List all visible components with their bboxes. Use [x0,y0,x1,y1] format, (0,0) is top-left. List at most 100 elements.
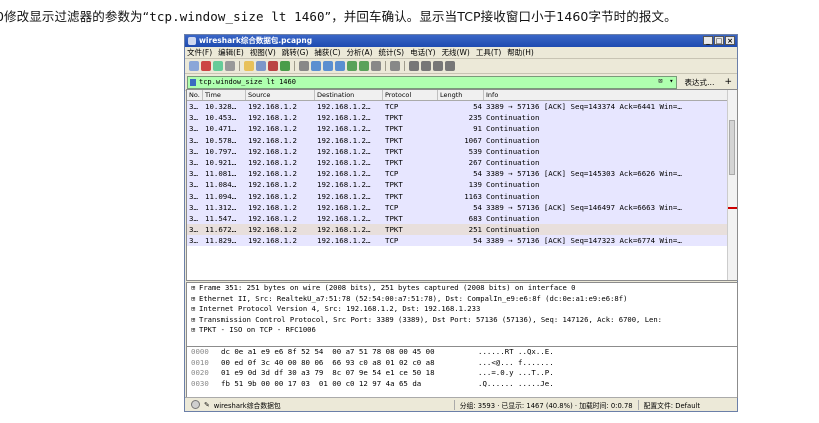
normal-size-icon[interactable] [433,61,443,71]
go-to-packet-icon[interactable] [335,61,345,71]
menu-help[interactable]: 帮助(H) [507,47,534,58]
cell-destination: 192.168.1.2… [317,124,371,134]
menu-go[interactable]: 跳转(G) [282,47,309,58]
packet-row[interactable]: 3… 11.081… 192.168.1.2 192.168.1.2… TCP 54 338… [187,168,737,180]
cell-time: 10.921… [205,157,237,167]
packet-bytes[interactable]: 0000 dc 0e a1 e9 e6 8f 52 54 00 a7 51 78 … [186,346,738,398]
cell-no: 3… [189,236,198,246]
expand-icon[interactable]: ⊞ [191,294,199,305]
packet-row[interactable]: 3… 11.547… 192.168.1.2 192.168.1.2… TPKT 683 C… [187,212,737,225]
cell-protocol: TCP [385,169,399,179]
display-filter-input[interactable]: tcp.window_size lt 1460 ⊠ ▾ [187,75,678,89]
minimize-button[interactable]: _ [703,36,713,45]
cell-destination: 192.168.1.2… [317,225,371,235]
expression-button[interactable]: 表达式… [680,77,718,88]
packet-row[interactable]: 3… 11.829… 192.168.1.2 192.168.1.2… TCP 54 338… [187,235,737,247]
menu-telephony[interactable]: 电话(Y) [410,47,435,58]
packet-row[interactable]: 3… 10.328… 192.168.1.2 192.168.1.2… TCP 54 338… [187,101,737,113]
last-packet-icon[interactable] [359,61,369,71]
scrollbar-thumb[interactable] [729,120,735,175]
menu-wireless[interactable]: 无线(W) [442,47,470,58]
cell-no: 3… [189,157,198,167]
detail-row-ethernet[interactable]: ⊞ Ethernet II, Src: RealtekU_a7:51:78 (52… [187,294,737,305]
zoom-out-icon[interactable] [421,61,431,71]
cell-length: 54 [473,236,482,246]
resize-columns-icon[interactable] [445,61,455,71]
expand-icon[interactable]: ⊞ [191,325,199,336]
cell-info: 3389 → 57136 [ACK] Seq=145303 Ack=6626 W… [486,169,682,179]
cell-no: 3… [189,191,198,201]
bookmark-icon[interactable] [190,78,196,86]
col-header-time[interactable]: Time [203,90,246,100]
go-forward-icon[interactable] [323,61,333,71]
packet-list[interactable]: No. Time Source Destination Protocol Len… [186,89,738,281]
packet-row[interactable]: 3… 10.578… 192.168.1.2 192.168.1.2… TPKT 1067… [187,134,737,146]
packet-row[interactable]: 3… 10.471… 192.168.1.2 192.168.1.2… TPKT 91 Co… [187,123,737,135]
col-header-protocol[interactable]: Protocol [383,90,438,100]
start-capture-icon[interactable] [189,61,199,71]
cell-length: 91 [473,124,482,134]
detail-row-ip[interactable]: ⊞ Internet Protocol Version 4, Src: 192.1… [187,304,737,315]
cell-no: 3… [189,169,198,179]
packet-row[interactable]: 3… 11.312… 192.168.1.2 192.168.1.2… TCP 54 338… [187,201,737,213]
instruction-caption: 0修改显示过滤器的参数为“tcp.window_size lt 1460”，并回… [0,9,677,24]
packet-list-scrollbar[interactable] [727,90,737,280]
expert-info-icon[interactable] [191,400,200,409]
detail-row-tcp[interactable]: ⊞ Transmission Control Protocol, Src Port… [187,315,737,326]
packet-row[interactable]: 3… 11.084… 192.168.1.2 192.168.1.2… TPKT 139 C… [187,179,737,191]
first-packet-icon[interactable] [347,61,357,71]
menu-tools[interactable]: 工具(T) [476,47,501,58]
cell-info: Continuation [486,157,540,167]
autoscroll-icon[interactable] [371,61,381,71]
stop-capture-icon[interactable] [201,61,211,71]
menu-statistics[interactable]: 统计(S) [379,47,405,58]
cell-time: 11.672… [205,225,237,235]
menu-edit[interactable]: 编辑(E) [218,47,244,58]
clear-filter-icon[interactable]: ⊠ [658,77,662,85]
col-header-info[interactable]: Info [484,90,737,100]
go-back-icon[interactable] [311,61,321,71]
detail-row-tpkt[interactable]: ⊞ TPKT - ISO on TCP - RFC1006 [187,325,737,336]
packet-row[interactable]: 3… 11.672… 192.168.1.2 192.168.1.2… TPKT 251 C… [187,224,737,236]
col-header-no[interactable]: No. [187,90,203,100]
cell-source: 192.168.1.2 [248,135,297,145]
cell-protocol: TPKT [385,146,403,156]
col-header-destination[interactable]: Destination [315,90,383,100]
save-file-icon[interactable] [256,61,266,71]
filter-dropdown-icon[interactable]: ▾ [669,77,673,85]
add-filter-button[interactable]: + [721,77,735,87]
cell-destination: 192.168.1.2… [317,213,371,223]
detail-row-frame[interactable]: ⊞ Frame 351: 251 bytes on wire (2008 bits… [187,283,737,294]
menu-analyze[interactable]: 分析(A) [347,47,373,58]
menu-bar: 文件(F) 编辑(E) 视图(V) 跳转(G) 捕获(C) 分析(A) 统计(S… [185,47,737,59]
zoom-in-icon[interactable] [409,61,419,71]
close-file-icon[interactable] [268,61,278,71]
expand-icon[interactable]: ⊞ [191,315,199,326]
close-button[interactable]: × [725,36,735,45]
cell-no: 3… [189,102,198,111]
packet-row[interactable]: 3… 10.453… 192.168.1.2 192.168.1.2… TPKT 235 C… [187,112,737,124]
packet-row[interactable]: 3… 10.797… 192.168.1.2 192.168.1.2… TPKT 539 C… [187,145,737,157]
menu-view[interactable]: 视图(V) [250,47,276,58]
restart-capture-icon[interactable] [213,61,223,71]
maximize-button[interactable]: □ [714,36,724,45]
cell-info: Continuation [486,213,540,223]
expand-icon[interactable]: ⊞ [191,283,199,294]
colorize-icon[interactable] [390,61,400,71]
open-file-icon[interactable] [244,61,254,71]
reload-icon[interactable] [280,61,290,71]
expand-icon[interactable]: ⊞ [191,304,199,315]
find-packet-icon[interactable] [299,61,309,71]
menu-file[interactable]: 文件(F) [187,47,212,58]
cell-source: 192.168.1.2 [248,236,297,246]
col-header-source[interactable]: Source [246,90,315,100]
cell-time: 11.312… [205,202,237,212]
packet-row[interactable]: 3… 10.921… 192.168.1.2 192.168.1.2… TPKT 267 C… [187,156,737,169]
col-header-length[interactable]: Length [438,90,484,100]
menu-capture[interactable]: 捕获(C) [314,47,340,58]
edit-comment-icon[interactable]: ✎ [204,401,210,409]
capture-options-icon[interactable] [225,61,235,71]
packet-row[interactable]: 3… 11.094… 192.168.1.2 192.168.1.2… TPKT 1163… [187,190,737,202]
status-profile[interactable]: 配置文件: Default [637,399,705,410]
cell-time: 10.471… [205,124,237,134]
